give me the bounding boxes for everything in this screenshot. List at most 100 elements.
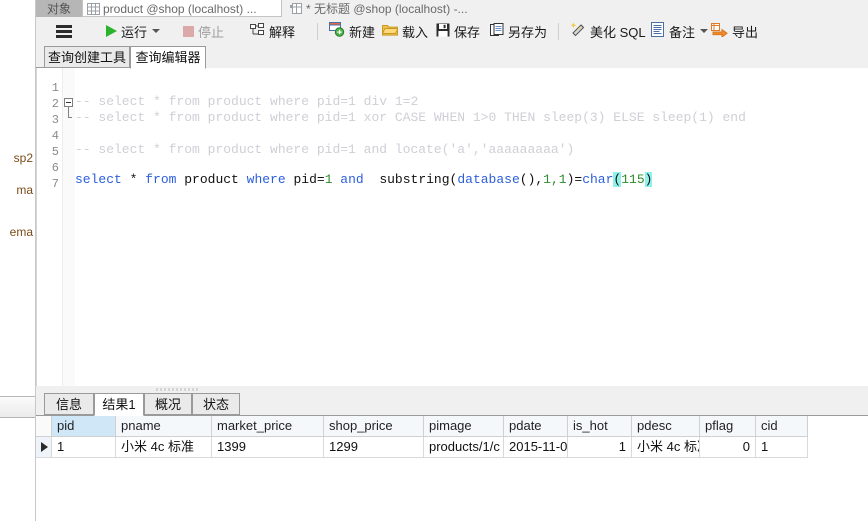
beautify-sql-button[interactable]: 美化 SQL: [568, 20, 648, 42]
load-button[interactable]: 载入: [380, 20, 430, 42]
main-menu-button[interactable]: [54, 20, 74, 42]
tab-untitled-query[interactable]: * 无标题 @shop (localhost) -...: [286, 0, 468, 17]
column-header-pid[interactable]: pid: [52, 416, 116, 437]
cell-pimage[interactable]: products/1/c: [424, 437, 504, 458]
tab-status[interactable]: 状态: [192, 393, 240, 415]
column-header-pdesc[interactable]: pdesc: [632, 416, 700, 437]
tree-item-fragment-3[interactable]: ema: [10, 225, 33, 239]
tab-query-builder[interactable]: 查询创建工具: [44, 46, 130, 68]
token-char-value: 115: [621, 172, 645, 187]
tab-query-editor[interactable]: 查询编辑器: [130, 46, 206, 69]
line-number: 5: [51, 145, 59, 159]
grid-corner-header: [36, 416, 52, 437]
token-star: *: [121, 172, 146, 187]
new-query-button-label: 新建: [349, 24, 376, 40]
token-substring: substring: [371, 172, 450, 187]
save-as-button[interactable]: 另存为: [488, 20, 549, 42]
table-row[interactable]: 1 小米 4c 标准 1399 1299 products/1/c 2015-1…: [36, 437, 808, 458]
cell-pid[interactable]: 1: [52, 437, 116, 458]
row-selector[interactable]: [36, 437, 52, 458]
tree-item-fragment-1[interactable]: sp2: [14, 151, 33, 165]
chevron-down-icon-comment[interactable]: [700, 29, 709, 33]
column-header-pimage[interactable]: pimage: [424, 416, 504, 437]
beautify-icon: [570, 22, 586, 40]
export-button-label: 导出: [732, 24, 759, 40]
play-icon: [106, 25, 117, 37]
line-number: 3: [51, 113, 59, 127]
fold-toggle-icon[interactable]: [64, 98, 73, 107]
run-button[interactable]: 运行: [104, 20, 162, 42]
cell-market-price[interactable]: 1399: [212, 437, 324, 458]
cell-shop-price[interactable]: 1299: [324, 437, 424, 458]
table-icon: [87, 2, 100, 15]
token-and: and: [332, 172, 372, 187]
chevron-down-icon[interactable]: [152, 29, 161, 33]
explain-button[interactable]: 解释: [248, 20, 297, 42]
query-editor-window: sp2 ma ema 对象 product @shop (localhost) …: [0, 0, 868, 521]
sql-code-editor[interactable]: 1 2 3 4 5 6 7 -- select * from product w…: [36, 68, 868, 386]
column-header-is-hot[interactable]: is_hot: [568, 416, 632, 437]
tab-result1[interactable]: 结果1: [94, 393, 144, 416]
tree-item-fragment-2[interactable]: ma: [16, 183, 33, 197]
tab-profile[interactable]: 概况: [144, 393, 192, 415]
token-pid-eq: pid=: [285, 172, 325, 187]
code-line-3: -- select * from product where pid=1 xor…: [75, 110, 746, 125]
token-from: from: [145, 172, 177, 187]
stop-button[interactable]: 停止: [181, 20, 226, 42]
tab-result1-label: 结果1: [102, 397, 136, 412]
tab-query-builder-label: 查询创建工具: [47, 50, 126, 65]
document-tab-bar: 对象 product @shop (localhost) ... * 无标题 @…: [36, 0, 868, 17]
cell-pname[interactable]: 小米 4c 标准: [116, 437, 212, 458]
tab-query-editor-label: 查询编辑器: [135, 50, 201, 65]
tab-product-table[interactable]: product @shop (localhost) ...: [82, 0, 282, 17]
cell-pdate[interactable]: 2015-11-02: [504, 437, 568, 458]
token-char: char: [582, 172, 614, 187]
cell-cid[interactable]: 1: [756, 437, 808, 458]
editor-tab-bar: 查询创建工具 查询编辑器: [36, 45, 868, 69]
editor-tab-filler: [206, 46, 868, 69]
collapsed-panel-button[interactable]: [0, 396, 35, 418]
comment-icon: [651, 22, 665, 40]
row-indicator-icon: [41, 442, 48, 452]
line-number-gutter: 1 2 3 4 5 6 7: [37, 68, 63, 386]
new-query-button[interactable]: 新建: [327, 20, 377, 42]
column-header-pflag[interactable]: pflag: [700, 416, 756, 437]
token-database: database: [457, 172, 520, 187]
tab-profile-label: 概况: [154, 397, 181, 412]
line-number: 6: [51, 161, 59, 175]
code-folding-column: [63, 68, 75, 386]
cell-pdesc[interactable]: 小米 4c 标准: [632, 437, 700, 458]
token-highlighted-close-paren: ): [644, 172, 653, 187]
token-one: 1: [324, 172, 333, 187]
save-button-label: 保存: [454, 24, 481, 40]
tab-objects[interactable]: 对象: [36, 0, 82, 17]
code-text-area[interactable]: -- select * from product where pid=1 div…: [75, 68, 868, 386]
tab-product-table-label: product @shop (localhost) ...: [103, 2, 257, 16]
toolbar-separator-2: [558, 23, 559, 40]
column-header-pname[interactable]: pname: [116, 416, 212, 437]
comment-button[interactable]: 备注: [649, 20, 710, 42]
export-icon: [711, 22, 728, 40]
explain-button-label: 解释: [269, 24, 296, 40]
hamburger-icon: [56, 24, 72, 38]
line-number: 4: [51, 129, 59, 143]
stop-icon: [183, 25, 194, 37]
code-line-5: -- select * from product where pid=1 and…: [75, 142, 575, 157]
column-header-pdate[interactable]: pdate: [504, 416, 568, 437]
tab-info[interactable]: 信息: [44, 393, 94, 415]
new-query-icon: [329, 22, 345, 40]
save-as-icon: [490, 22, 504, 40]
cell-is-hot[interactable]: 1: [568, 437, 632, 458]
cell-pflag[interactable]: 0: [700, 437, 756, 458]
token-product: product: [176, 172, 247, 187]
column-header-market-price[interactable]: market_price: [212, 416, 324, 437]
toolbar-separator-1: [317, 23, 318, 40]
column-header-cid[interactable]: cid: [756, 416, 808, 437]
result-grid[interactable]: pid pname market_price shop_price pimage…: [36, 416, 868, 521]
tab-untitled-query-label: * 无标题 @shop (localhost) -...: [306, 2, 468, 16]
save-button[interactable]: 保存: [434, 20, 482, 42]
splitter-grip[interactable]: [156, 388, 200, 391]
export-button[interactable]: 导出: [709, 20, 760, 42]
column-header-shop-price[interactable]: shop_price: [324, 416, 424, 437]
query-toolbar: 运行 停止 解释 新建 载入 保存 另存为 美化 SQL 备注 导出: [36, 17, 868, 45]
